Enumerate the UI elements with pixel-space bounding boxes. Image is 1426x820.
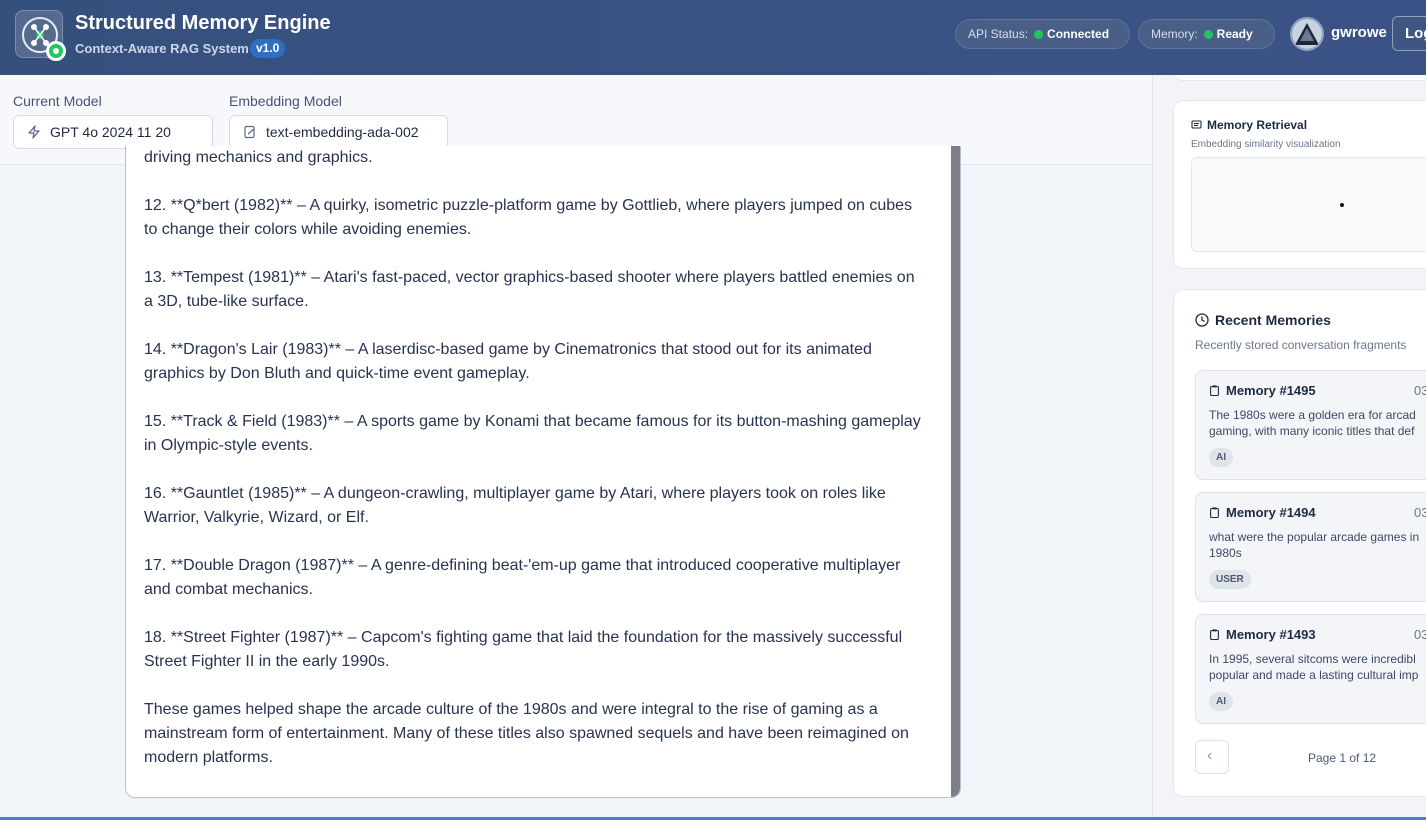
memory-text: The 1980s were a golden era for arcad ga… [1209,408,1416,438]
embedding-point [1340,203,1344,207]
chat-icon [1191,120,1202,129]
current-model-field[interactable]: GPT 4o 2024 11 20 [13,115,213,149]
logout-button[interactable]: Log [1392,16,1426,51]
chevron-left-icon: ‹ [1207,747,1213,764]
status-dot-icon [1203,30,1213,39]
lightning-icon [28,125,40,139]
message-item-12: 12. **Q*bert (1982)** – A quirky, isomet… [144,197,913,238]
memory-date: 03 [1414,383,1426,398]
previous-card-edge [1173,75,1426,81]
recent-memories-title: Recent Memories [1215,312,1331,328]
clipboard-icon [1210,629,1219,640]
message-item-13: 13. **Tempest (1981)** – Atari's fast-pa… [144,269,915,310]
memory-card[interactable]: Memory #1495 03 The 1980s were a golden … [1195,370,1426,480]
message-item-17: 17. **Double Dragon (1987)** – A genre-d… [144,557,901,598]
memory-retrieval-card: Memory Retrieval Embedding similarity vi… [1173,100,1426,269]
message-item-15: 15. **Track & Field (1983)** – A sports … [144,413,921,454]
memory-role-badge: USER [1209,570,1251,589]
memory-text: In 1995, several sitcoms were incredibl … [1209,652,1419,682]
api-status-value: Connected [1047,27,1110,41]
clipboard-icon [1210,385,1219,396]
message-top-line: driving mechanics and graphics. [144,149,373,166]
api-status-pill: API Status: Connected [955,19,1130,49]
memory-date: 03/ [1414,627,1426,642]
username: gwrowe [1331,24,1387,41]
assistant-message-card[interactable]: driving mechanics and graphics. 12. **Q*… [125,146,961,798]
app-title: Structured Memory Engine [75,12,331,34]
memory-role-badge: AI [1209,692,1233,711]
similarity-visualization[interactable] [1191,157,1426,252]
memory-text: what were the popular arcade games in 19… [1209,530,1420,560]
memory-title: Memory #1493 [1226,627,1316,642]
memory-role-badge: AI [1209,448,1233,467]
memory-title: Memory #1495 [1226,383,1316,398]
memory-retrieval-subtitle: Embedding similarity visualization [1191,139,1341,150]
status-dot-icon [1034,30,1044,39]
memory-title: Memory #1494 [1226,505,1316,520]
message-item-16: 16. **Gauntlet (1985)** – A dungeon-craw… [144,485,886,526]
pager-prev-button[interactable]: ‹ [1195,740,1229,774]
message-item-18: 18. **Street Fighter (1987)** – Capcom's… [144,629,903,670]
api-status-label: API Status: [968,27,1029,41]
embedding-model-field[interactable]: text-embedding-ada-002 [229,115,448,149]
current-model-label: Current Model [13,93,102,109]
memory-retrieval-title: Memory Retrieval [1207,118,1308,132]
user-avatar-icon [1292,19,1322,49]
message-closing: These games helped shape the arcade cult… [144,701,909,766]
avatar[interactable] [1290,17,1324,51]
clock-icon [1195,313,1209,327]
pager-label: Page 1 of 12 [1308,751,1377,765]
version-badge: v1.0 [250,39,286,58]
logo-status-dot [46,41,66,61]
message-scrollbar[interactable] [951,146,960,797]
memory-card[interactable]: Memory #1493 03/ In 1995, several sitcom… [1195,614,1426,724]
document-icon [244,125,255,139]
memory-date: 03 [1414,505,1426,520]
embedding-model-label: Embedding Model [229,93,342,109]
app-subtitle: Context-Aware RAG System [75,41,249,56]
embedding-model-value: text-embedding-ada-002 [266,124,419,140]
app-header: Structured Memory Engine Context-Aware R… [0,0,1426,75]
recent-memories-subtitle: Recently stored conversation fragments [1195,338,1407,352]
clipboard-icon [1210,507,1219,518]
memory-status-pill: Memory: Ready [1138,19,1275,49]
memory-status-value: Ready [1216,27,1253,41]
current-model-value: GPT 4o 2024 11 20 [50,124,171,140]
right-sidebar: Memory Retrieval Embedding similarity vi… [1152,75,1426,820]
recent-memories-card: Recent Memories Recently stored conversa… [1173,289,1426,797]
memory-card[interactable]: Memory #1494 03 what were the popular ar… [1195,492,1426,602]
message-body: driving mechanics and graphics. 12. **Q*… [144,146,924,794]
memory-status-label: Memory: [1151,27,1198,41]
message-item-14: 14. **Dragon's Lair (1983)** – A laserdi… [144,341,872,382]
